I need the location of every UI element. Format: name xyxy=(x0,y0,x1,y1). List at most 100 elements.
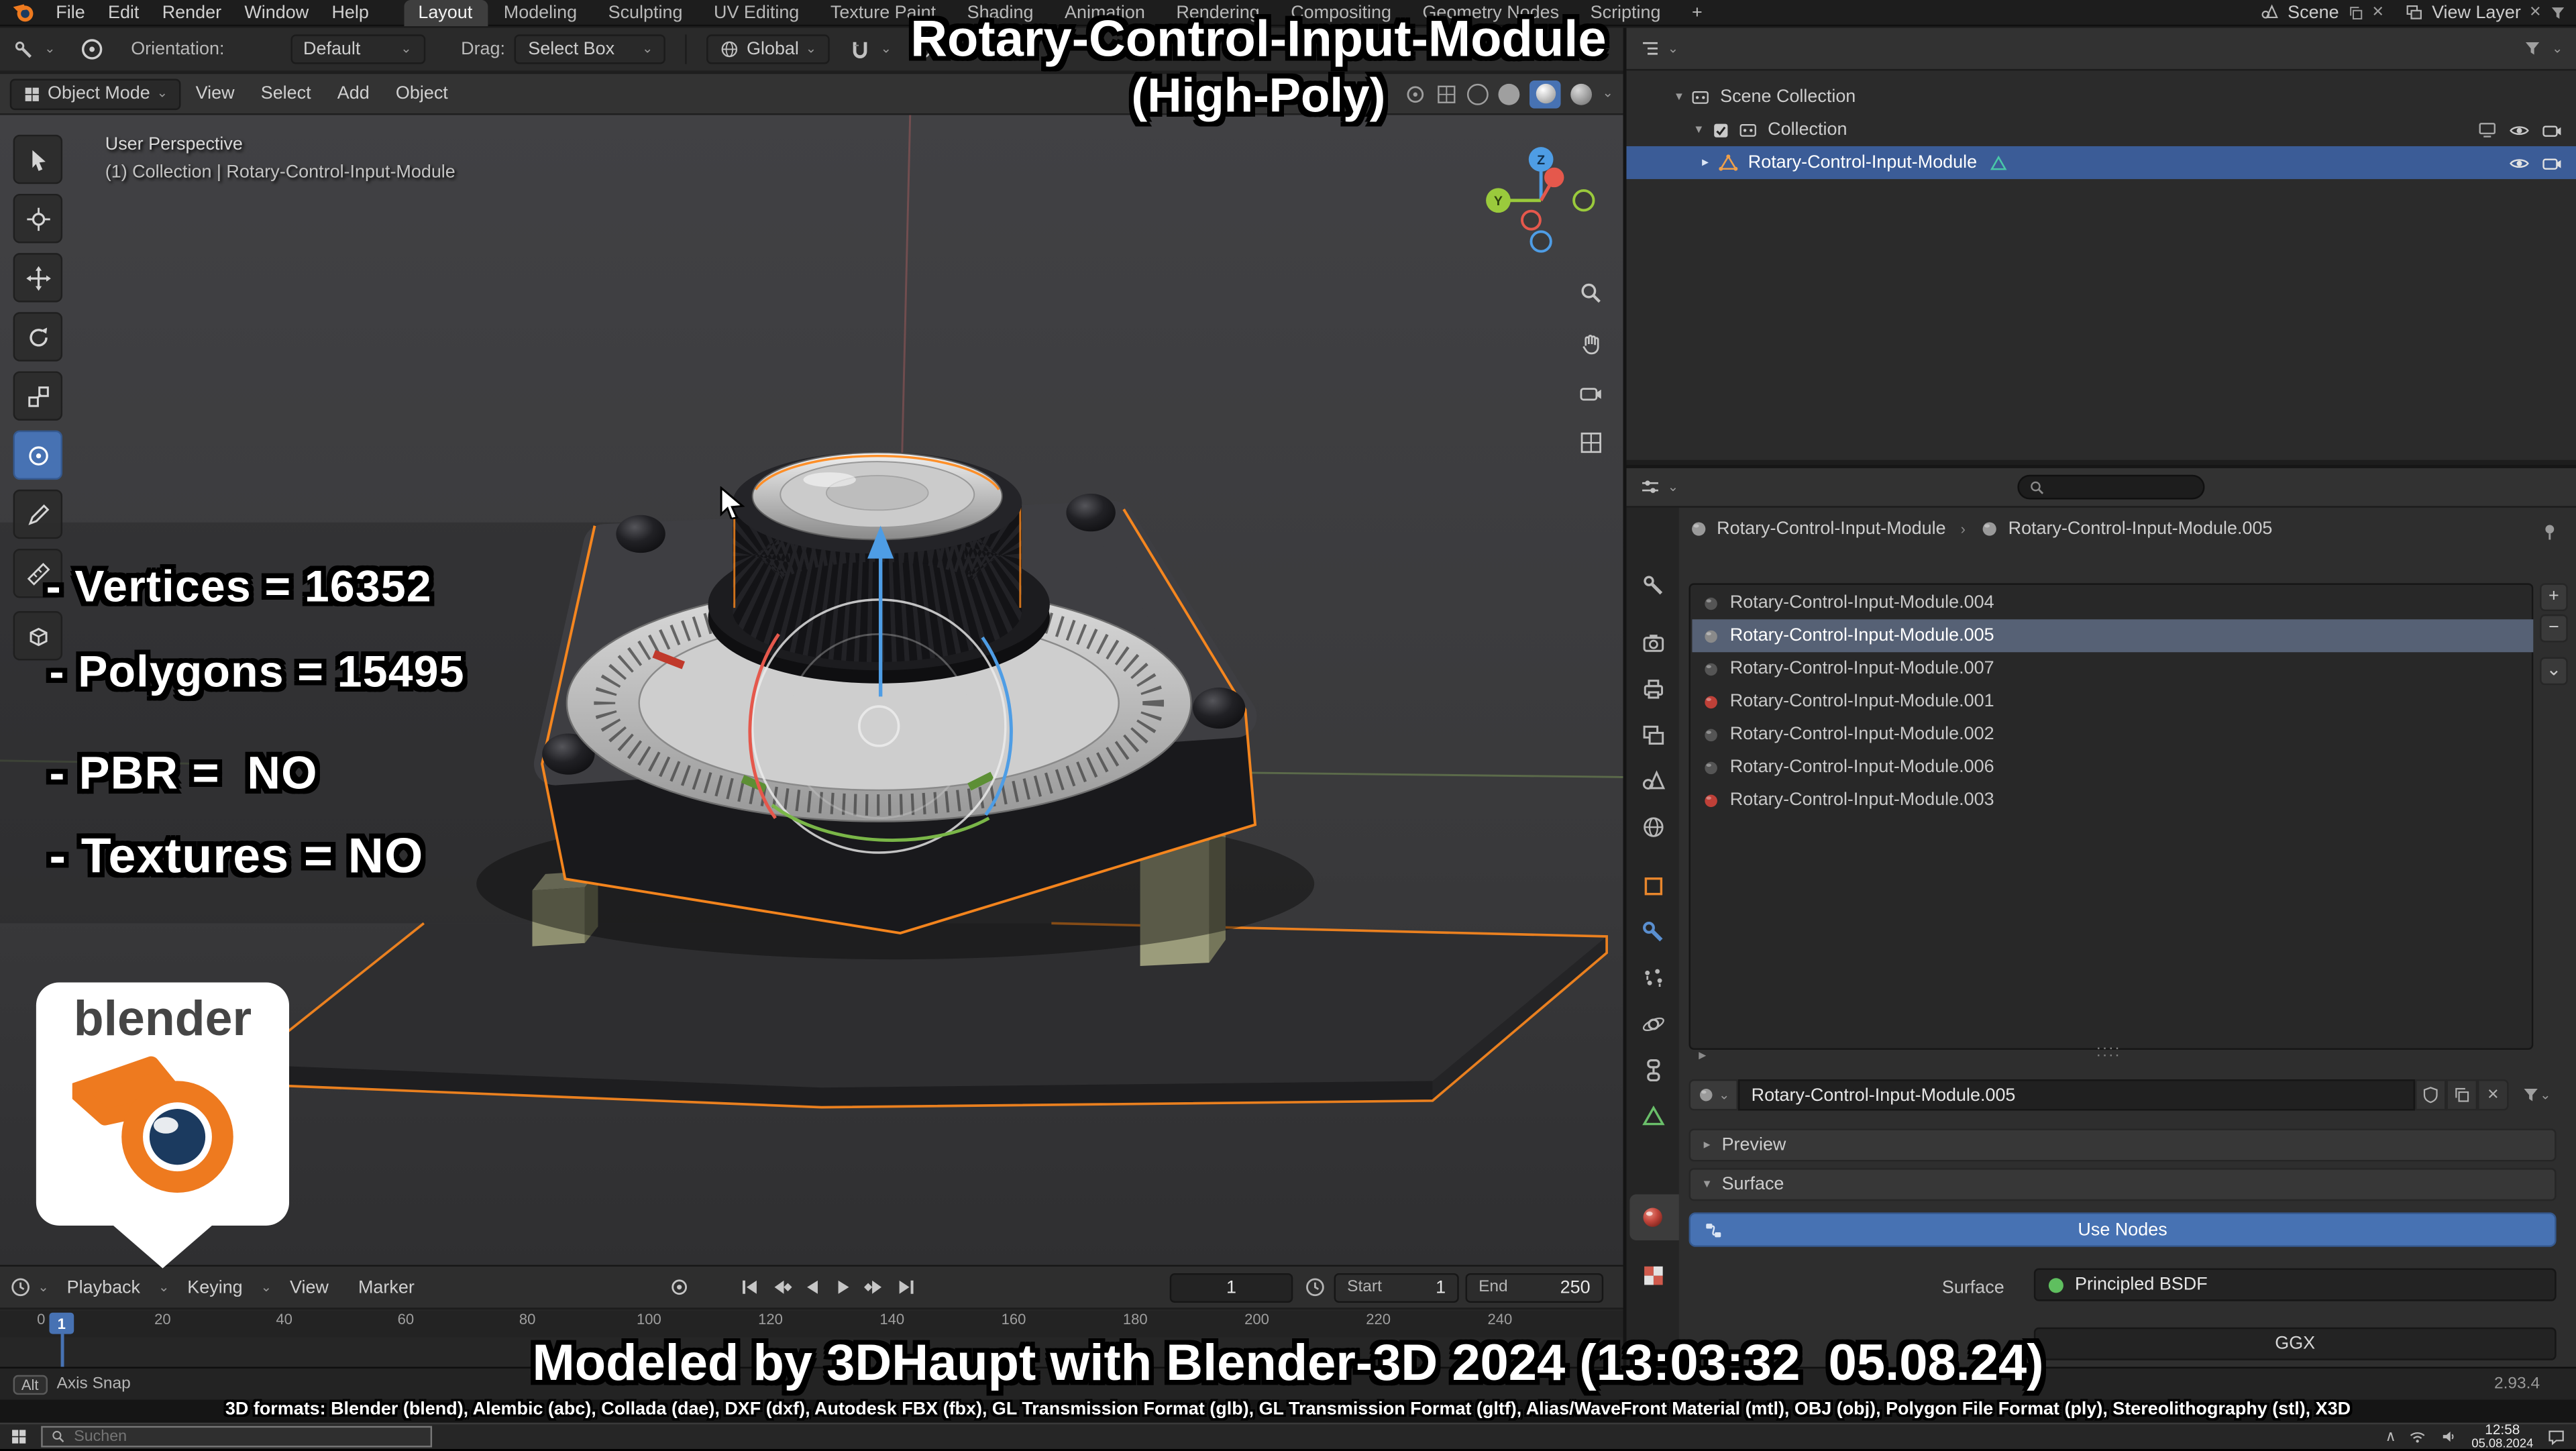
tab-modeling[interactable]: Modeling xyxy=(489,0,592,25)
disable-render-camera-icon[interactable] xyxy=(2542,119,2563,141)
clock-icon[interactable] xyxy=(1304,1277,1326,1298)
hide-eye-icon[interactable] xyxy=(2509,152,2530,174)
tab-render[interactable] xyxy=(1638,628,1668,657)
list-expand-icon[interactable]: ▸ xyxy=(1699,1046,1706,1065)
tool-rotate[interactable] xyxy=(13,312,63,362)
tab-output[interactable] xyxy=(1638,674,1668,703)
menu-edit[interactable]: Edit xyxy=(97,3,151,22)
expand-icon[interactable]: ▸ xyxy=(1702,155,1709,170)
remove-slot-button[interactable]: − xyxy=(2540,614,2568,643)
play-reverse-button[interactable] xyxy=(798,1274,826,1300)
material-slot[interactable]: Rotary-Control-Input-Module.007 xyxy=(1692,652,2533,685)
zoom-icon[interactable] xyxy=(1574,276,1607,309)
speaker-icon[interactable] xyxy=(2440,1428,2459,1446)
tool-cursor[interactable] xyxy=(13,193,63,244)
viewport-navigation-gizmo[interactable]: Z Y xyxy=(1483,143,1598,258)
material-slot[interactable]: Rotary-Control-Input-Module.002 xyxy=(1692,718,2533,751)
material-slot[interactable]: Rotary-Control-Input-Module.006 xyxy=(1692,751,2533,784)
properties-search[interactable] xyxy=(2017,474,2205,500)
surface-shader-dropdown[interactable]: Principled BSDF xyxy=(2033,1268,2557,1301)
browse-material-button[interactable]: ⌄ xyxy=(1688,1079,1739,1111)
taskbar-clock[interactable]: 12:58 05.08.2024 xyxy=(2471,1421,2533,1451)
drag-dropdown[interactable]: Select Box ⌄ xyxy=(515,34,667,64)
new-scene-icon[interactable] xyxy=(2347,4,2363,20)
filter-icon[interactable] xyxy=(2550,4,2566,20)
surface-panel-header[interactable]: ▾ Surface xyxy=(1688,1168,2557,1201)
breadcrumb-object[interactable]: Rotary-Control-Input-Module xyxy=(1717,519,1945,539)
tab-constraints[interactable] xyxy=(1638,1055,1668,1084)
tab-view-layer[interactable] xyxy=(1638,720,1668,749)
axis-z-neg-ball[interactable] xyxy=(1529,230,1552,253)
viewport-menu-view[interactable]: View xyxy=(184,84,246,103)
orientation-dropdown[interactable]: Default ⌄ xyxy=(290,34,425,64)
fake-user-shield-button[interactable] xyxy=(2415,1079,2447,1111)
tab-material-active[interactable] xyxy=(1638,1203,1668,1232)
tool-transform-active[interactable] xyxy=(13,430,63,480)
notification-center-icon[interactable] xyxy=(2546,1427,2566,1446)
timeline-menu-marker[interactable]: Marker xyxy=(347,1277,426,1297)
tab-object[interactable] xyxy=(1638,871,1668,900)
unlink-scene-icon[interactable]: ✕ xyxy=(2372,3,2384,21)
pin-icon[interactable] xyxy=(2540,523,2559,542)
viewport-menu-object[interactable]: Object xyxy=(384,84,460,103)
outliner-row-object-selected[interactable]: ▸ Rotary-Control-Input-Module xyxy=(1626,146,2576,179)
tab-layout[interactable]: Layout xyxy=(403,0,488,25)
timeline-editor-icon[interactable] xyxy=(10,1277,32,1298)
menu-help[interactable]: Help xyxy=(320,3,380,22)
viewport-menu-select[interactable]: Select xyxy=(250,84,323,103)
breadcrumb-material[interactable]: Rotary-Control-Input-Module.005 xyxy=(2008,519,2273,539)
screen-exclude-icon[interactable] xyxy=(2477,120,2497,140)
auto-key-record-button[interactable] xyxy=(665,1274,694,1300)
tab-sculpting[interactable]: Sculpting xyxy=(594,0,698,25)
menu-window[interactable]: Window xyxy=(233,3,320,22)
duplicate-material-button[interactable] xyxy=(2446,1079,2478,1111)
jump-to-end-button[interactable] xyxy=(892,1274,920,1300)
add-slot-button[interactable]: + xyxy=(2540,583,2568,612)
scene-selector[interactable]: Scene xyxy=(2288,3,2339,22)
timeline-menu-playback[interactable]: Playback xyxy=(56,1277,152,1297)
material-name-field[interactable]: Rotary-Control-Input-Module.005 xyxy=(1738,1079,2416,1111)
timeline-menu-keying[interactable]: Keying xyxy=(176,1277,254,1297)
hide-eye-icon[interactable] xyxy=(2509,119,2530,141)
blender-app-icon[interactable] xyxy=(13,1,35,23)
wifi-icon[interactable] xyxy=(2409,1428,2427,1446)
properties-search-input[interactable] xyxy=(2051,478,2184,496)
tab-object-data[interactable] xyxy=(1638,1101,1668,1130)
axis-y-neg-ball[interactable] xyxy=(1572,189,1595,212)
material-slot[interactable]: Rotary-Control-Input-Module.001 xyxy=(1692,685,2533,718)
axis-x-neg-ball[interactable] xyxy=(1521,209,1542,231)
disable-render-camera-icon[interactable] xyxy=(2542,152,2563,174)
prev-keyframe-button[interactable] xyxy=(767,1274,796,1300)
end-frame-field[interactable]: End 250 xyxy=(1465,1272,1604,1302)
jump-to-start-button[interactable] xyxy=(736,1274,764,1300)
tab-scene[interactable] xyxy=(1638,765,1668,795)
transform-tool-icon[interactable] xyxy=(78,36,105,62)
start-frame-field[interactable]: Start 1 xyxy=(1334,1272,1459,1302)
unlink-material-button[interactable]: ✕ xyxy=(2477,1079,2509,1111)
material-slot[interactable]: Rotary-Control-Input-Module.004 xyxy=(1692,586,2533,619)
menu-render[interactable]: Render xyxy=(151,3,233,22)
mode-dropdown[interactable]: Object Mode ⌄ xyxy=(9,78,181,109)
ortho-grid-icon[interactable] xyxy=(1574,425,1607,458)
axis-x-ball[interactable] xyxy=(1544,167,1564,188)
taskbar-search[interactable] xyxy=(41,1426,433,1448)
preview-panel-header[interactable]: ▸ Preview xyxy=(1688,1128,2557,1162)
expand-icon[interactable]: ▾ xyxy=(1695,122,1702,137)
tab-tool[interactable] xyxy=(1638,570,1668,600)
tool-move[interactable] xyxy=(13,253,63,303)
active-tool-icon[interactable] xyxy=(13,39,35,60)
playhead[interactable]: 1 xyxy=(49,1312,74,1334)
material-slot[interactable]: Rotary-Control-Input-Module.003 xyxy=(1692,784,2533,816)
remove-view-layer-icon[interactable]: ✕ xyxy=(2529,3,2541,21)
list-resize-grip[interactable]: :::: xyxy=(2096,1043,2121,1061)
editor-divider[interactable] xyxy=(1623,28,1627,1367)
tab-texture[interactable] xyxy=(1638,1260,1668,1289)
material-slot-selected[interactable]: Rotary-Control-Input-Module.005 xyxy=(1692,619,2534,653)
tool-scale[interactable] xyxy=(13,371,63,421)
menu-file[interactable]: File xyxy=(44,3,97,22)
windows-start-button[interactable] xyxy=(10,1428,28,1446)
timeline-menu-view[interactable]: View xyxy=(278,1277,340,1297)
tool-select-box[interactable] xyxy=(13,134,63,184)
camera-view-icon[interactable] xyxy=(1574,376,1607,409)
tab-world[interactable] xyxy=(1638,812,1668,841)
